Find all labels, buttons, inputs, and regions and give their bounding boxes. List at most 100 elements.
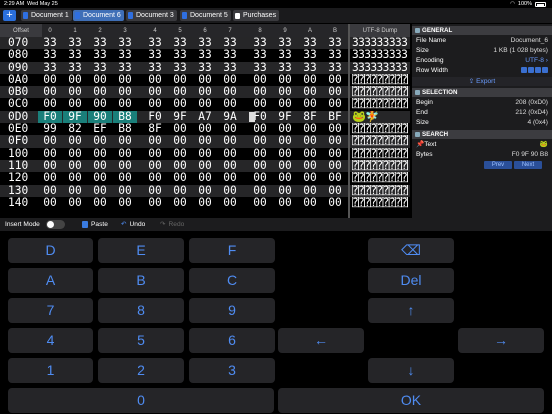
encoding-row[interactable]: Encoding UTF-8 › — [416, 56, 548, 66]
hex-byte[interactable]: 33 — [248, 48, 272, 61]
key-5[interactable]: 5 — [98, 328, 184, 353]
hex-byte[interactable]: 00 — [273, 98, 297, 111]
hex-byte[interactable]: 00 — [38, 171, 62, 184]
hex-byte[interactable]: 00 — [38, 184, 62, 197]
hex-byte[interactable]: 00 — [193, 135, 217, 148]
row-dump[interactable]: ⍰⍰⍰⍰⍰⍰⍰⍰⍰⍰⍰⍰ — [352, 185, 408, 197]
hex-byte[interactable]: 00 — [193, 196, 217, 209]
add-document-button[interactable]: + — [3, 10, 16, 21]
hex-byte[interactable]: 00 — [168, 196, 192, 209]
tab-document-3[interactable]: Document 3 — [126, 10, 177, 21]
hex-byte[interactable]: 00 — [273, 196, 297, 209]
hex-byte[interactable]: 00 — [88, 98, 112, 111]
tab-document-1[interactable]: Document 1 — [21, 10, 72, 21]
hex-byte[interactable]: 33 — [88, 48, 112, 61]
key-f[interactable]: F — [189, 238, 275, 263]
paste-button[interactable]: Paste — [82, 218, 108, 231]
hex-byte[interactable]: 00 — [143, 184, 167, 197]
arrow-down-key[interactable]: ↓ — [368, 358, 454, 383]
search-bytes-row[interactable]: Bytes F0 9F 90 B8 — [416, 150, 548, 160]
hex-byte[interactable]: 00 — [143, 135, 167, 148]
row-dump[interactable]: ⍰⍰⍰⍰⍰⍰⍰⍰⍰⍰⍰⍰ — [352, 86, 408, 98]
tab-purchases[interactable]: Purchases — [233, 10, 280, 21]
hex-byte[interactable]: 00 — [63, 171, 87, 184]
hex-byte[interactable]: 00 — [193, 184, 217, 197]
hex-byte[interactable]: 00 — [323, 98, 347, 111]
hex-byte[interactable]: 00 — [218, 184, 242, 197]
hex-byte[interactable]: 33 — [193, 48, 217, 61]
backspace-key[interactable]: ⌫ — [368, 238, 454, 263]
hex-byte[interactable]: 00 — [88, 196, 112, 209]
row-dump[interactable]: ⍰⍰⍰⍰⍰⍰⍰⍰⍰⍰⍰⍰ — [352, 123, 408, 135]
hex-byte[interactable]: 00 — [218, 98, 242, 111]
delete-key[interactable]: Del — [368, 268, 454, 293]
arrow-left-key[interactable]: ← — [278, 328, 364, 353]
hex-byte[interactable]: 00 — [143, 98, 167, 111]
row-dump[interactable]: ⍰⍰⍰⍰⍰⍰⍰⍰⍰⍰⍰⍰ — [352, 135, 408, 147]
hex-byte[interactable]: 00 — [218, 135, 242, 148]
ok-key[interactable]: OK — [278, 388, 544, 413]
arrow-right-key[interactable]: → — [458, 328, 544, 353]
hex-byte[interactable]: 00 — [143, 196, 167, 209]
prev-button[interactable]: Prev — [484, 161, 512, 169]
hex-byte[interactable]: 33 — [273, 48, 297, 61]
hex-byte[interactable]: 00 — [273, 171, 297, 184]
hex-byte[interactable]: 00 — [113, 196, 137, 209]
insert-mode-toggle[interactable] — [46, 220, 65, 229]
hex-byte[interactable]: 00 — [168, 135, 192, 148]
hex-byte[interactable]: 00 — [218, 171, 242, 184]
row-dump[interactable]: 333333333333 — [352, 49, 408, 61]
key-9[interactable]: 9 — [189, 298, 275, 323]
hex-byte[interactable]: 00 — [298, 171, 322, 184]
hex-byte[interactable]: 00 — [298, 196, 322, 209]
hex-byte[interactable]: 33 — [113, 48, 137, 61]
hex-byte[interactable]: 00 — [323, 135, 347, 148]
key-1[interactable]: 1 — [8, 358, 93, 383]
row-dump[interactable]: ⍰⍰⍰⍰⍰⍰⍰⍰⍰⍰⍰⍰ — [352, 160, 408, 172]
hex-byte[interactable]: 00 — [193, 98, 217, 111]
hex-byte[interactable]: 00 — [323, 171, 347, 184]
hex-byte[interactable]: 00 — [323, 184, 347, 197]
hex-byte[interactable]: 33 — [323, 48, 347, 61]
row-dump[interactable]: 333333333333 — [352, 37, 408, 49]
key-4[interactable]: 4 — [8, 328, 93, 353]
hex-byte[interactable]: 00 — [248, 171, 272, 184]
row-dump[interactable]: ⍰⍰⍰⍰⍰⍰⍰⍰⍰⍰⍰⍰ — [352, 148, 408, 160]
search-text-value[interactable]: 🐸 — [540, 140, 548, 150]
hex-byte[interactable]: 00 — [298, 135, 322, 148]
hex-byte[interactable]: 00 — [273, 184, 297, 197]
tab-document-6[interactable]: Document 6 — [73, 10, 124, 21]
undo-button[interactable]: ↶ Undo — [121, 218, 145, 231]
hex-byte[interactable]: 33 — [298, 48, 322, 61]
hex-byte[interactable]: 00 — [88, 171, 112, 184]
hex-byte[interactable]: 00 — [113, 98, 137, 111]
hex-byte[interactable]: 00 — [298, 184, 322, 197]
hex-byte[interactable]: 00 — [323, 196, 347, 209]
key-2[interactable]: 2 — [98, 358, 184, 383]
row-dump[interactable]: ⍰⍰⍰⍰⍰⍰⍰⍰⍰⍰⍰⍰ — [352, 172, 408, 184]
key-6[interactable]: 6 — [189, 328, 275, 353]
key-e[interactable]: E — [98, 238, 184, 263]
key-a[interactable]: A — [8, 268, 93, 293]
search-text-row[interactable]: 📌Text 🐸 — [416, 140, 548, 150]
hex-byte[interactable]: 00 — [248, 98, 272, 111]
export-button[interactable]: ⇪ Export — [412, 77, 552, 86]
hex-editor[interactable]: Offset 0123456789AB UTF-8 Dump 070 33 33 33… — [0, 24, 410, 219]
tab-document-5[interactable]: Document 5 — [180, 10, 231, 21]
row-dump[interactable]: ⍰⍰⍰⍰⍰⍰⍰⍰⍰⍰⍰⍰ — [352, 98, 408, 110]
key-8[interactable]: 8 — [98, 298, 184, 323]
hex-byte[interactable]: 00 — [168, 184, 192, 197]
redo-button[interactable]: ↷ Redo — [160, 218, 184, 231]
hex-byte[interactable]: 00 — [88, 184, 112, 197]
key-c[interactable]: C — [189, 268, 275, 293]
hex-byte[interactable]: 00 — [113, 184, 137, 197]
hex-byte[interactable]: 00 — [273, 135, 297, 148]
key-b[interactable]: B — [98, 268, 184, 293]
key-0[interactable]: 0 — [8, 388, 274, 413]
key-7[interactable]: 7 — [8, 298, 93, 323]
hex-byte[interactable]: 00 — [113, 171, 137, 184]
encoding-value[interactable]: UTF-8 › — [525, 56, 548, 66]
hex-byte[interactable]: 00 — [218, 196, 242, 209]
hex-byte[interactable]: 00 — [38, 196, 62, 209]
hex-byte[interactable]: 00 — [63, 98, 87, 111]
